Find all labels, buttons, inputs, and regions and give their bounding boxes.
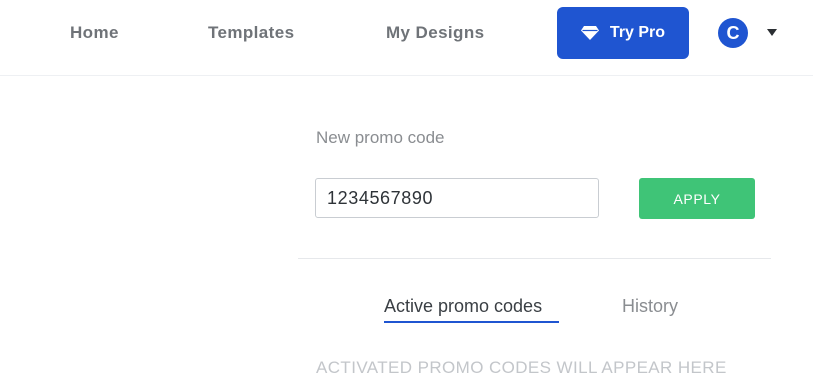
nav-templates-link[interactable]: Templates [208, 23, 294, 43]
active-tab-indicator [384, 321, 559, 323]
tab-active-promo-codes[interactable]: Active promo codes [384, 296, 542, 317]
promo-code-label: New promo code [316, 128, 445, 147]
nav-home-link[interactable]: Home [70, 23, 119, 43]
promo-code-input[interactable] [315, 178, 599, 218]
tab-history[interactable]: History [622, 296, 678, 317]
section-divider [298, 258, 771, 259]
apply-button[interactable]: APPLY [639, 178, 755, 219]
chevron-down-icon[interactable] [767, 29, 777, 36]
avatar-letter: C [726, 22, 740, 43]
diamond-icon [580, 26, 599, 40]
try-pro-label: Try Pro [609, 24, 666, 41]
top-nav: Home Templates My Designs Try Pro C [0, 0, 813, 76]
try-pro-button[interactable]: Try Pro [557, 7, 689, 59]
avatar[interactable]: C [718, 18, 748, 48]
nav-my-designs-link[interactable]: My Designs [386, 23, 484, 43]
empty-state-message: ACTIVATED PROMO CODES WILL APPEAR HERE [316, 358, 727, 377]
